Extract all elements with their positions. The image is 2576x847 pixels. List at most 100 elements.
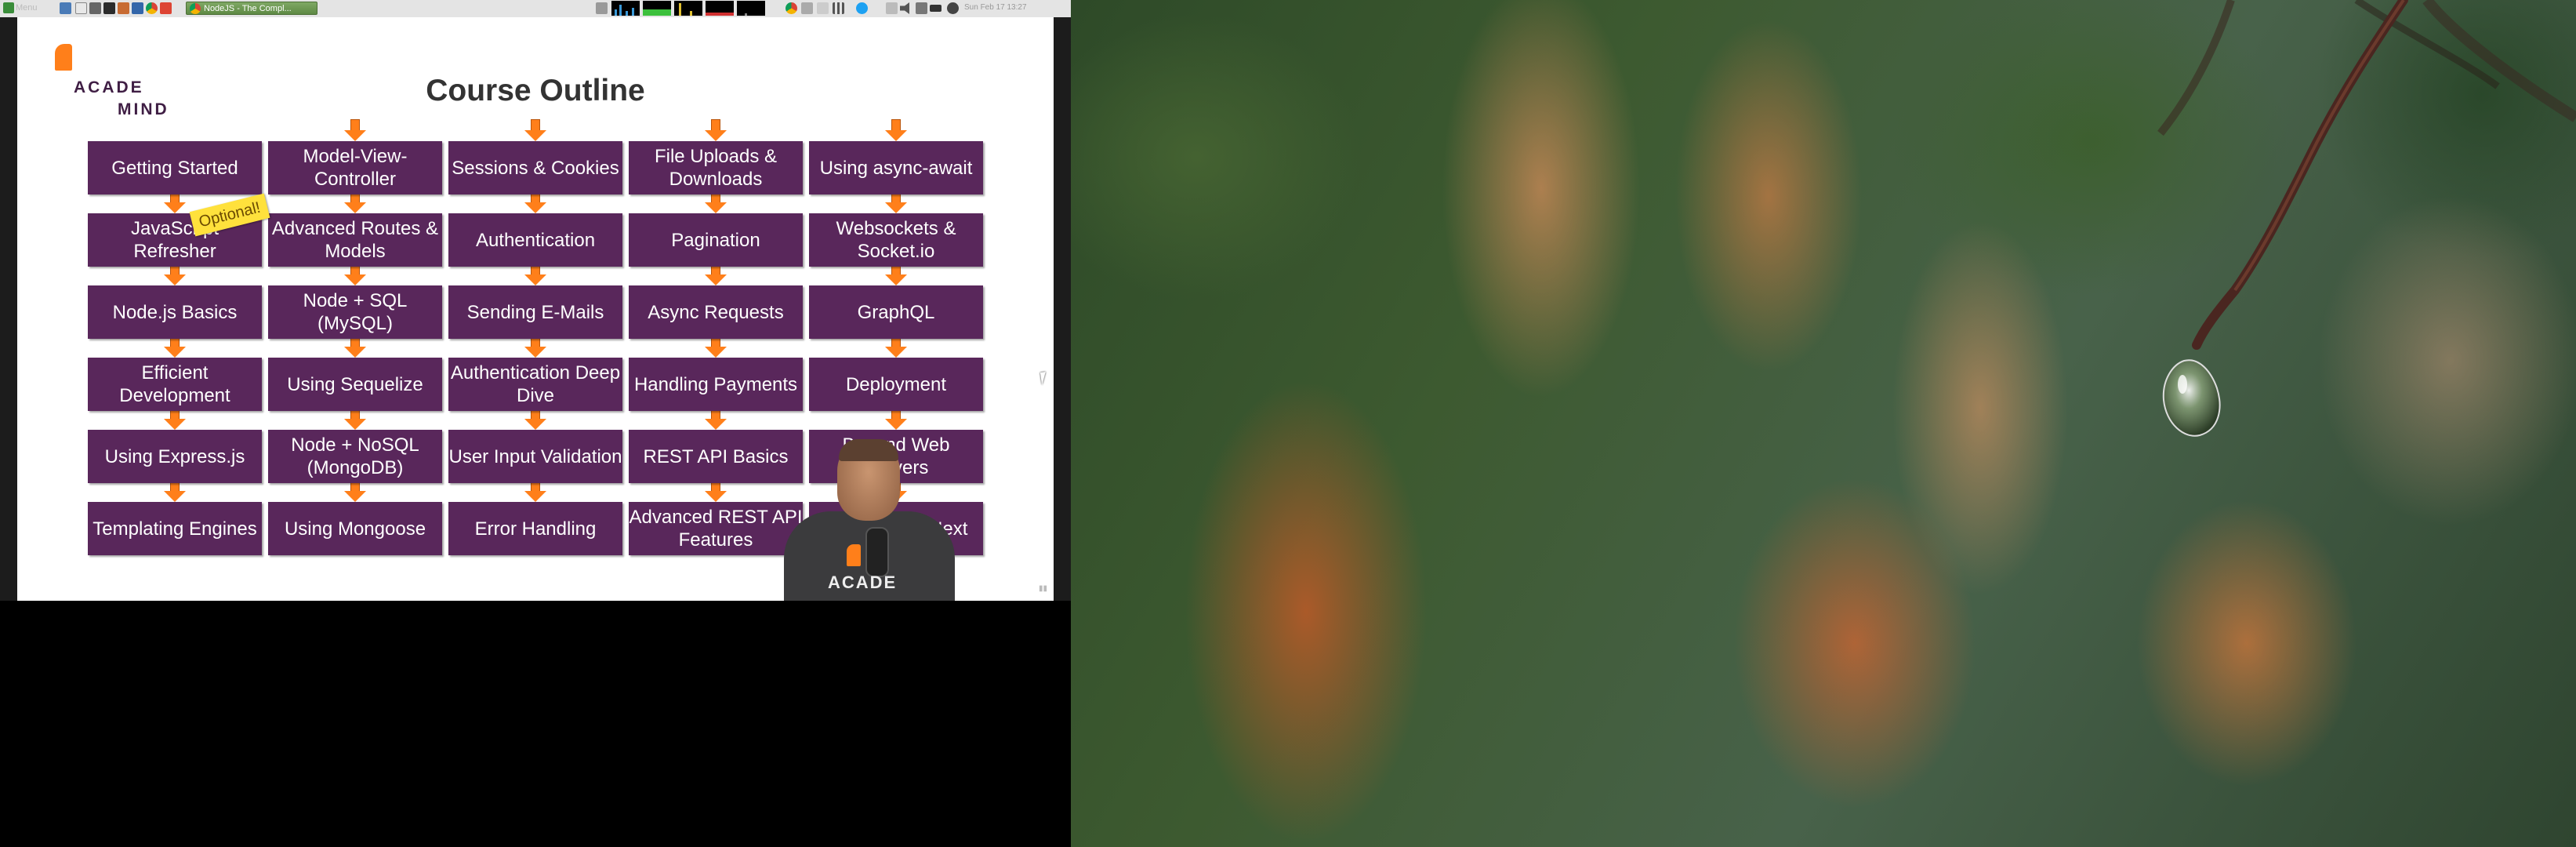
course-section-box: Advanced REST API Features (629, 502, 803, 555)
menu-icon (3, 2, 14, 13)
flow-arrow-icon (705, 408, 727, 430)
workspace-icon[interactable] (596, 2, 608, 14)
settings-icon[interactable] (89, 2, 101, 14)
load-monitor-graph (737, 1, 765, 16)
course-section-box: Authentication (448, 213, 622, 267)
wallpaper-branch-raindrop (2157, 0, 2576, 437)
flow-arrow-icon (705, 191, 727, 213)
course-section-box: Sending E-Mails (448, 285, 622, 339)
mouse-cursor-icon (1039, 371, 1054, 385)
files-icon[interactable] (75, 2, 87, 14)
course-section-box: Handling Payments (629, 358, 803, 411)
memory-monitor-graph (643, 1, 671, 16)
presenter-hair (839, 439, 898, 461)
flow-arrow-icon (885, 264, 907, 285)
right-monitor-wallpaper (1071, 0, 2576, 847)
menu-button[interactable]: Menu (2, 2, 39, 15)
course-section-box: REST API Basics (629, 430, 803, 483)
course-section-box: File Uploads & Downloads (629, 141, 803, 194)
flow-arrow-icon (164, 264, 186, 285)
video-player-slide[interactable]: ACADE MIND Course Outline Optional! ACAD… (17, 17, 1054, 601)
course-section-box: GraphQL (809, 285, 983, 339)
flow-arrow-icon (885, 408, 907, 430)
flow-arrow-icon (885, 119, 907, 141)
flow-arrow-icon (705, 336, 727, 358)
bluetooth-icon[interactable] (916, 2, 927, 14)
course-section-box: Node.js Basics (88, 285, 262, 339)
shield-icon[interactable] (801, 2, 813, 14)
taskbar: Menu NodeJS - The Compl... Sun Feb 17 13… (0, 0, 1071, 18)
microphone (865, 527, 889, 577)
course-section-box: Using async-await (809, 141, 983, 194)
clipboard-icon[interactable] (886, 2, 898, 14)
flow-arrow-icon (164, 191, 186, 213)
chrome-launcher-icon[interactable] (146, 2, 158, 14)
course-section-box: Node + SQL (MySQL) (268, 285, 442, 339)
flow-arrow-icon (524, 264, 546, 285)
course-section-box: User Input Validation (448, 430, 622, 483)
flow-arrow-icon (344, 336, 366, 358)
flow-arrow-icon (344, 264, 366, 285)
shirt-logo-text: ACADE (828, 573, 898, 592)
editor-icon[interactable] (118, 2, 129, 14)
flow-arrow-icon (885, 336, 907, 358)
flow-arrow-icon (164, 480, 186, 502)
menu-label: Menu (16, 3, 38, 13)
flow-arrow-icon (705, 264, 727, 285)
course-section-box: Templating Engines (88, 502, 262, 555)
course-section-box: Async Requests (629, 285, 803, 339)
volume-icon[interactable] (900, 2, 909, 14)
course-section-box: Deployment (809, 358, 983, 411)
flow-arrow-icon (164, 336, 186, 358)
network-monitor-graph (674, 1, 702, 16)
course-section-box: Advanced Routes & Models (268, 213, 442, 267)
course-section-box: Getting Started (88, 141, 262, 194)
battery-icon[interactable] (930, 5, 942, 12)
course-section-box: Using Sequelize (268, 358, 442, 411)
cpu-monitor-graph (611, 1, 640, 16)
flow-arrow-icon (344, 480, 366, 502)
presenter-video: ACADE (784, 439, 955, 601)
course-section-box: Pagination (629, 213, 803, 267)
course-section-box: Error Handling (448, 502, 622, 555)
skype-icon[interactable] (856, 2, 868, 14)
flow-arrow-icon (524, 408, 546, 430)
flow-arrow-icon (524, 480, 546, 502)
taskbar-window-title: NodeJS - The Compl... (204, 4, 292, 13)
record-icon[interactable] (947, 2, 959, 14)
flow-arrow-icon (524, 191, 546, 213)
clock[interactable]: Sun Feb 17 13:27 (964, 3, 1027, 12)
course-section-box: Using Mongoose (268, 502, 442, 555)
flow-arrow-icon (524, 119, 546, 141)
chrome-tray-icon[interactable] (785, 2, 797, 14)
taskbar-window-chrome[interactable]: NodeJS - The Compl... (186, 2, 317, 15)
updates-icon[interactable] (817, 2, 829, 14)
app-launcher-icon[interactable] (160, 2, 172, 14)
chrome-icon (190, 3, 201, 14)
flow-arrow-icon (164, 408, 186, 430)
course-section-box: Sessions & Cookies (448, 141, 622, 194)
course-section-box: Model-View-Controller (268, 141, 442, 194)
code-icon[interactable] (132, 2, 143, 14)
slide-title: Course Outline (426, 74, 645, 107)
flow-arrow-icon (344, 119, 366, 141)
terminal-icon[interactable] (103, 2, 115, 14)
left-monitor: Menu NodeJS - The Compl... Sun Feb 17 13… (0, 0, 1071, 847)
shirt-logo-bird-icon (847, 544, 861, 566)
flow-arrow-icon (344, 408, 366, 430)
logo-bird-icon (55, 44, 72, 71)
video-letterbox-right (1054, 17, 1071, 601)
course-section-box: Efficient Development (88, 358, 262, 411)
course-section-box: Websockets & Socket.io (809, 213, 983, 267)
course-section-box: Using Express.js (88, 430, 262, 483)
flow-arrow-icon (705, 480, 727, 502)
video-letterbox-left (0, 17, 17, 601)
show-desktop-icon[interactable] (60, 2, 71, 14)
udemy-watermark-icon: ▮▮ (1038, 584, 1047, 593)
course-section-box: Authentication Deep Dive (448, 358, 622, 411)
flow-arrow-icon (885, 191, 907, 213)
flow-arrow-icon (524, 336, 546, 358)
network-icon[interactable] (833, 2, 844, 14)
disk-monitor-graph (706, 1, 734, 16)
flow-arrow-icon (344, 191, 366, 213)
